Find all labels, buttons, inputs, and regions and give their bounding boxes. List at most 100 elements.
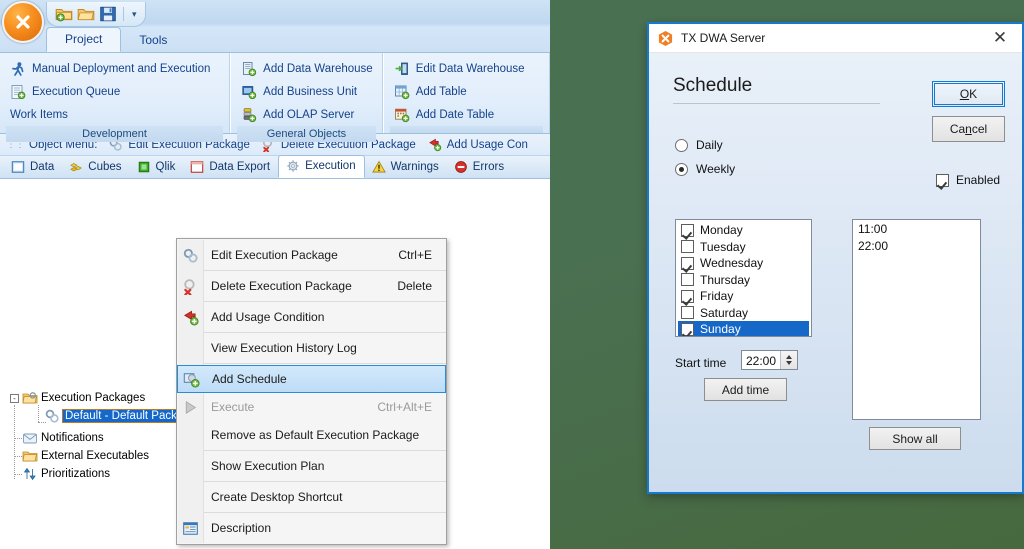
ribbon-item-manual-deployment-and-execution[interactable]: Manual Deployment and Execution (6, 57, 223, 80)
menu-item-edit-execution-package[interactable]: Edit Execution Package Ctrl+E (177, 241, 446, 269)
tab-tools[interactable]: Tools (121, 29, 185, 52)
dialog-titlebar[interactable]: TX DWA Server ✕ (649, 24, 1022, 53)
radio-daily[interactable]: Daily (675, 138, 723, 152)
doc-tab-label: Execution (305, 160, 356, 172)
document-tab-strip: Data Cubes Qlik Data Export Execution Wa… (0, 155, 550, 179)
ribbon-item-add-date-table[interactable]: Add Date Table (390, 103, 543, 126)
list-item[interactable]: Saturday (678, 305, 809, 322)
close-icon[interactable]: ✕ (978, 24, 1022, 53)
ribbon-group-third: Edit Data Warehouse Add Table Add Date T… (382, 53, 550, 133)
ribbon-item-label: Add Data Warehouse (263, 62, 373, 75)
menu-item-create-desktop-shortcut[interactable]: Create Desktop Shortcut (177, 483, 446, 511)
menu-item-description[interactable]: Description (177, 514, 446, 542)
checkbox-icon[interactable] (681, 306, 694, 320)
ribbon-tab-strip: Project Tools (46, 27, 185, 52)
menu-separator (204, 363, 446, 364)
list-item[interactable]: Monday (678, 222, 809, 239)
ribbon-item-add-business-unit[interactable]: Add Business Unit (237, 80, 376, 103)
ok-button[interactable]: OK (932, 81, 1005, 107)
ribbon-item-work-items[interactable]: Work Items (6, 103, 223, 126)
list-item[interactable]: Wednesday (678, 255, 809, 272)
ok-button-label: OK (959, 87, 978, 101)
tree-guide-line (14, 456, 22, 457)
menu-item-add-usage-condition[interactable]: Add Usage Condition (177, 303, 446, 331)
doc-tab-execution[interactable]: Execution (278, 155, 365, 178)
menu-item-shortcut: Ctrl+E (398, 248, 432, 262)
menu-item-remove-as-default-execution-package[interactable]: Remove as Default Execution Package (177, 421, 446, 449)
list-item-label: Wednesday (700, 256, 764, 271)
ribbon-item-add-table[interactable]: Add Table (390, 80, 543, 103)
tx-dwa-orange-icon (658, 30, 673, 46)
application-orb-button[interactable] (2, 1, 44, 43)
doc-tab-qlik[interactable]: Qlik (130, 157, 184, 178)
list-item[interactable]: 22:00 (855, 239, 978, 256)
doc-tab-cubes[interactable]: Cubes (62, 157, 129, 178)
ribbon-item-add-olap-server[interactable]: Add OLAP Server (237, 103, 376, 126)
open-project-icon[interactable] (77, 5, 95, 23)
weekdays-listbox[interactable]: Monday Tuesday Wednesday Thursday Friday… (675, 219, 812, 337)
doc-tab-errors[interactable]: Errors (447, 157, 512, 178)
queue-icon (11, 84, 26, 99)
tab-project[interactable]: Project (46, 27, 122, 52)
menu-item-view-execution-history-log[interactable]: View Execution History Log (177, 334, 446, 362)
add-usage-condition-icon (428, 138, 441, 152)
times-listbox[interactable]: 11:00 22:00 (852, 219, 981, 420)
doc-tab-data-export[interactable]: Data Export (183, 157, 278, 178)
ribbon-titlebar: ▾ Project Tools (0, 0, 550, 53)
list-item[interactable]: Friday (678, 288, 809, 305)
tree-item-default-package[interactable]: Default - Default Package (44, 408, 200, 424)
tree-item-notifications[interactable]: Notifications (22, 430, 104, 446)
checkbox-icon[interactable] (681, 289, 694, 303)
chevron-down-icon[interactable] (786, 361, 793, 365)
ribbon-item-edit-data-warehouse[interactable]: Edit Data Warehouse (390, 57, 543, 80)
cancel-button[interactable]: Cancel (932, 116, 1005, 142)
tree-expander-icon[interactable]: - (10, 393, 19, 403)
list-item[interactable]: Sunday (678, 321, 809, 337)
menu-item-shortcut: Delete (397, 279, 432, 293)
ribbon-group-development: Manual Deployment and Execution Executio… (0, 53, 231, 142)
ribbon-item-execution-queue[interactable]: Execution Queue (6, 80, 223, 103)
tree-guide-line (14, 405, 15, 479)
save-icon[interactable] (99, 5, 117, 23)
tree-item-external-executables[interactable]: External Executables (22, 448, 149, 464)
ribbon-item-label: Add Date Table (415, 108, 495, 121)
enabled-checkbox[interactable]: Enabled (936, 173, 1000, 187)
tree-guide-line (14, 438, 22, 439)
qat-dropdown-icon[interactable]: ▾ (130, 9, 139, 20)
start-time-stepper[interactable]: 22:00 (741, 350, 798, 370)
list-item[interactable]: 11:00 (855, 222, 978, 239)
list-item[interactable]: Thursday (678, 272, 809, 289)
new-project-icon[interactable] (55, 5, 73, 23)
checkbox-icon[interactable] (681, 256, 694, 270)
add-time-button[interactable]: Add time (704, 378, 787, 401)
ribbon-group-label: General Objects (237, 126, 376, 142)
radio-weekly[interactable]: Weekly (675, 162, 735, 176)
ribbon-item-add-data-warehouse[interactable]: Add Data Warehouse (237, 57, 376, 80)
show-all-button[interactable]: Show all (869, 427, 961, 450)
ribbon-item-label: Add Business Unit (263, 85, 358, 98)
doc-tab-warnings[interactable]: Warnings (365, 157, 447, 178)
checkbox-icon[interactable] (681, 322, 694, 336)
list-item-label: Friday (700, 289, 734, 304)
list-item[interactable]: Tuesday (678, 239, 809, 256)
tree-item-label: Notifications (41, 432, 104, 444)
start-time-value[interactable]: 22:00 (742, 351, 780, 369)
tx-dwa-server-dialog: TX DWA Server ✕ Schedule Daily Weekly OK… (647, 22, 1024, 494)
menu-item-show-execution-plan[interactable]: Show Execution Plan (177, 452, 446, 480)
play-icon (177, 399, 203, 416)
menu-item-delete-execution-package[interactable]: Delete Execution Package Delete (177, 272, 446, 300)
tree-item-prioritizations[interactable]: Prioritizations (22, 466, 110, 482)
data-export-icon (191, 161, 204, 173)
list-item-label: Sunday (700, 322, 741, 337)
ribbon-item-label: Execution Queue (32, 85, 121, 98)
tree-item-execution-packages[interactable]: - Execution Packages (10, 390, 145, 406)
checkbox-icon[interactable] (681, 240, 694, 254)
menu-item-add-schedule[interactable]: Add Schedule (177, 365, 446, 393)
checkbox-icon[interactable] (681, 223, 694, 237)
stepper-buttons[interactable] (780, 351, 797, 369)
cancel-button-label: Cancel (949, 122, 988, 136)
checkbox-icon[interactable] (681, 273, 694, 287)
doc-tab-data[interactable]: Data (4, 157, 62, 178)
object-menu-item-add-usage-condition[interactable]: Add Usage Con (447, 139, 528, 151)
chevron-up-icon[interactable] (786, 355, 793, 359)
